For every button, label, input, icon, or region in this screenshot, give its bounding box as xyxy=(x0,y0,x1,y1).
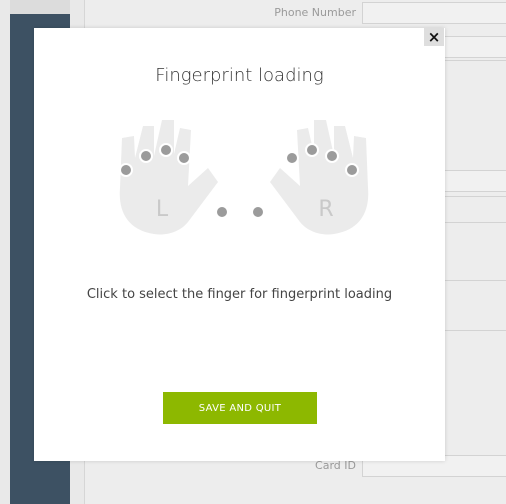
fingerprint-modal: Fingerprint loading L R Click to select … xyxy=(34,28,445,461)
right-ring-button[interactable] xyxy=(325,149,339,163)
left-pinky-button[interactable] xyxy=(119,163,133,177)
left-thumb-button[interactable] xyxy=(215,205,229,219)
close-icon[interactable]: × xyxy=(424,28,444,46)
left-hand-icon: L xyxy=(119,120,229,235)
right-hand-label: R xyxy=(318,197,333,222)
left-ring-button[interactable] xyxy=(139,149,153,163)
hands-illustration: L R xyxy=(119,120,369,235)
left-middle-button[interactable] xyxy=(159,143,173,157)
right-thumb-button[interactable] xyxy=(251,205,265,219)
right-pinky-button[interactable] xyxy=(345,163,359,177)
right-middle-button[interactable] xyxy=(305,143,319,157)
background-sidebar-top xyxy=(10,0,70,14)
modal-title: Fingerprint loading xyxy=(155,65,324,86)
left-hand-shape xyxy=(119,120,218,235)
save-and-quit-button[interactable]: SAVE AND QUIT xyxy=(163,392,317,424)
instruction-text: Click to select the finger for fingerpri… xyxy=(86,287,393,302)
left-hand-label: L xyxy=(156,197,169,222)
left-index-button[interactable] xyxy=(177,151,191,165)
right-hand-icon: R xyxy=(251,120,369,235)
phone-number-field[interactable] xyxy=(362,2,506,24)
right-index-button[interactable] xyxy=(285,151,299,165)
phone-number-label: Phone Number xyxy=(274,6,356,19)
